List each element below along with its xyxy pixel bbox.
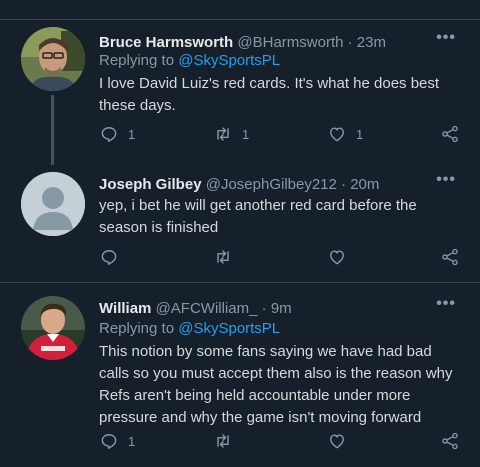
replying-to-label: Replying to (99, 52, 179, 69)
user-handle[interactable]: @JosephGilbey212 (206, 176, 337, 193)
replying-to-label: Replying to (99, 320, 179, 337)
tweet-actions (99, 247, 469, 267)
retweet-count: 1 (242, 126, 250, 142)
tweet-bruce-harmsworth[interactable]: Bruce Harmsworth @BHarmsworth · 23m ••• … (0, 27, 480, 168)
reply-icon (101, 127, 117, 142)
reply-button[interactable] (99, 247, 128, 267)
separator: · (261, 300, 267, 317)
tweet-text-line: pressure and why the game isn't moving f… (99, 409, 422, 426)
avatar[interactable] (21, 296, 85, 360)
replying-to: Replying to @SkySportsPL (99, 319, 280, 339)
tweet-text: yep, i bet he will get another red card … (99, 195, 459, 239)
more-options-icon[interactable]: ••• (436, 295, 456, 313)
display-name[interactable]: William (99, 300, 151, 317)
replying-to: Replying to @SkySportsPL (99, 51, 280, 71)
avatar[interactable] (21, 172, 85, 236)
heart-icon (330, 127, 344, 142)
tweet-text-line: season is finished (99, 219, 219, 236)
reply-count: 1 (128, 126, 136, 142)
like-button[interactable] (327, 431, 356, 451)
tweet-text-line: This notion by some fans saying we have … (99, 343, 432, 360)
mention-link[interactable]: @SkySportsPL (178, 320, 280, 337)
tweet-actions: 1 1 1 (99, 124, 469, 144)
like-button[interactable]: 1 (327, 124, 363, 144)
retweet-icon (217, 250, 229, 264)
tweet-text-line: Refs aren't being held accountable under… (99, 387, 411, 404)
tweet-text: I love David Luiz's red cards. It's what… (99, 73, 459, 117)
share-button[interactable] (440, 431, 460, 451)
more-options-icon[interactable]: ••• (436, 171, 456, 189)
thread-line (51, 95, 54, 165)
user-handle[interactable]: @AFCWilliam_ (156, 300, 258, 317)
tweet-text: This notion by some fans saying we have … (99, 341, 469, 429)
user-handle[interactable]: @BHarmsworth (237, 34, 343, 51)
share-icon (442, 248, 458, 266)
reply-button[interactable]: 1 (99, 431, 135, 451)
display-name[interactable]: Joseph Gilbey (99, 176, 202, 193)
tweet-actions: 1 (99, 431, 469, 451)
tweet-text-line: calls so you must accept them also is th… (99, 365, 453, 382)
tweet-text-line: I love David Luiz's red cards. It's what… (99, 75, 440, 92)
tweet-william[interactable]: William @AFCWilliam_ · 9m ••• Replying t… (0, 295, 480, 459)
retweet-icon (217, 434, 229, 448)
share-icon (442, 125, 458, 143)
mention-link[interactable]: @SkySportsPL (178, 52, 280, 69)
tweet-text-line: these days. (99, 97, 176, 114)
like-button[interactable] (327, 247, 356, 267)
display-name[interactable]: Bruce Harmsworth (99, 34, 233, 51)
retweet-button[interactable] (213, 247, 242, 267)
tweet-header: William @AFCWilliam_ · 9m (99, 299, 292, 319)
reply-icon (101, 434, 117, 449)
top-divider (0, 19, 480, 20)
tweet-joseph-gilbey[interactable]: Joseph Gilbey @JosephGilbey212 · 20m •••… (0, 171, 480, 280)
tweet-divider (0, 282, 480, 283)
retweet-button[interactable]: 1 (213, 124, 249, 144)
timestamp[interactable]: 23m (357, 34, 386, 51)
more-options-icon[interactable]: ••• (436, 29, 456, 47)
reply-count: 1 (128, 433, 136, 449)
heart-icon (330, 250, 344, 265)
reply-button[interactable]: 1 (99, 124, 135, 144)
tweet-text-line: yep, i bet he will get another red card … (99, 197, 417, 214)
tweet-header: Joseph Gilbey @JosephGilbey212 · 20m (99, 175, 379, 195)
timestamp[interactable]: 9m (271, 300, 292, 317)
share-button[interactable] (440, 247, 460, 267)
tweet-header: Bruce Harmsworth @BHarmsworth · 23m (99, 33, 386, 53)
separator: · (347, 34, 353, 51)
share-icon (442, 432, 458, 450)
timestamp[interactable]: 20m (350, 176, 379, 193)
retweet-button[interactable] (213, 431, 242, 451)
share-button[interactable] (440, 124, 460, 144)
separator: · (341, 176, 347, 193)
retweet-icon (217, 127, 229, 141)
reply-icon (101, 250, 117, 265)
like-count: 1 (356, 126, 364, 142)
heart-icon (330, 434, 344, 449)
avatar[interactable] (21, 27, 85, 91)
